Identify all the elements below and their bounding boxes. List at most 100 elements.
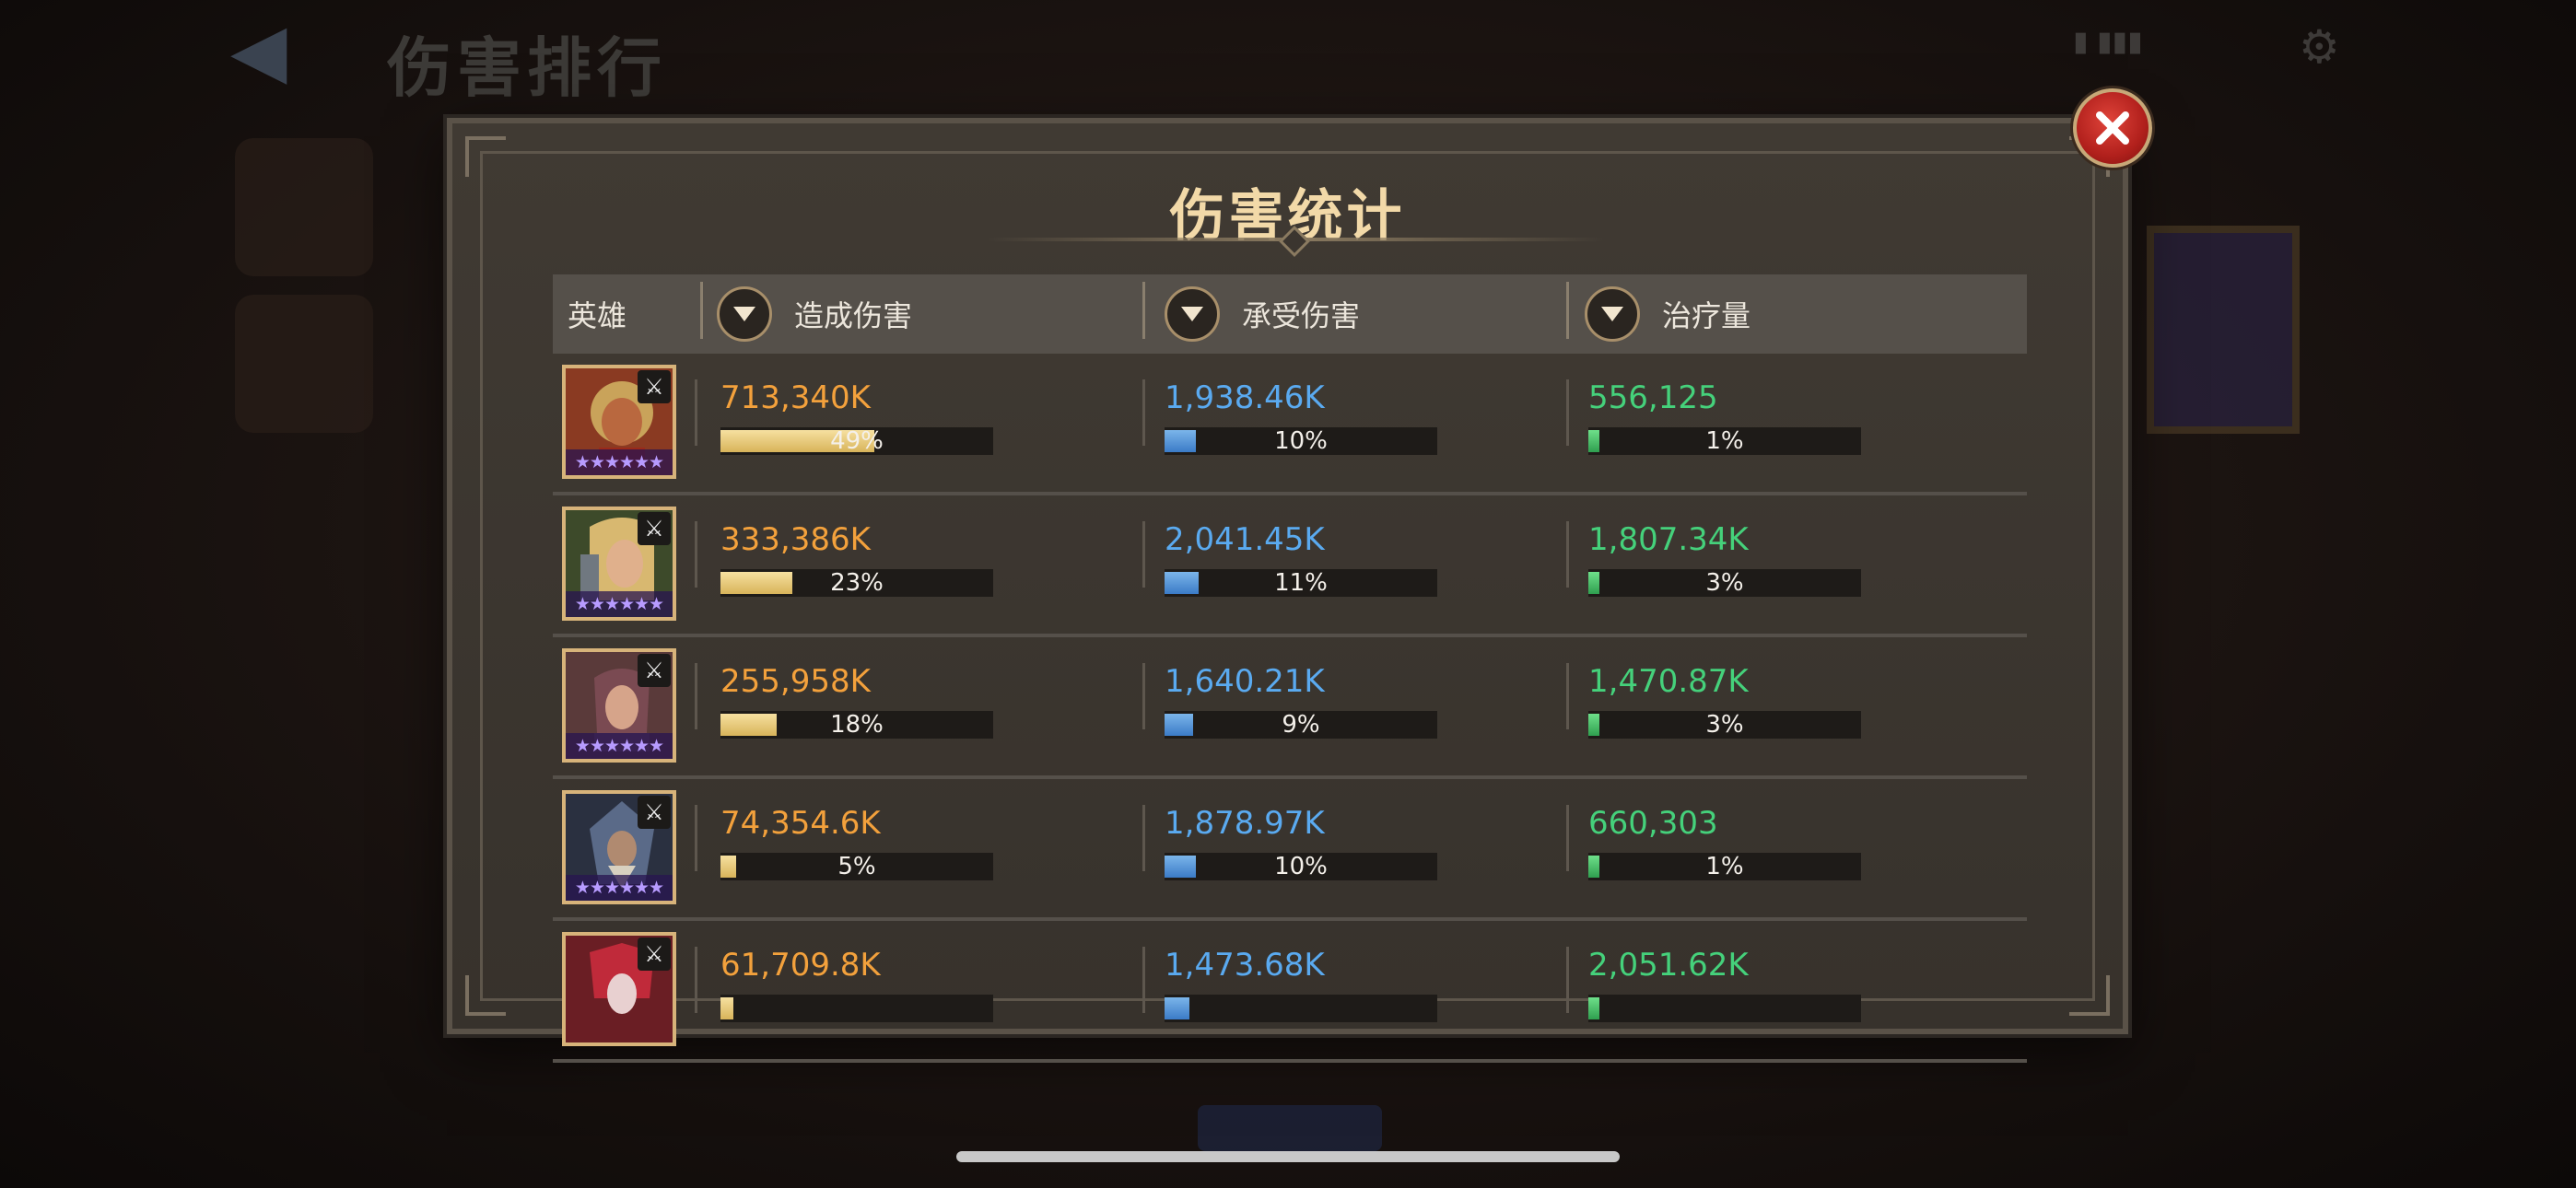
healing-bar: 1% — [1588, 427, 1861, 455]
damage-taken-percent: 10% — [1274, 427, 1328, 455]
header-divider — [700, 282, 703, 339]
damage-dealt-bar-fill — [720, 997, 733, 1019]
row-divider — [1142, 663, 1145, 729]
frame-corner — [2069, 975, 2110, 1016]
background-hero-card — [235, 295, 373, 433]
row-divider — [1142, 947, 1145, 1013]
row-divider — [1142, 805, 1145, 871]
stats-table: 英雄 造成伤害 承受伤害 治疗量 ⚔ ★★★★★★ 713,340K 49% 1… — [553, 274, 2027, 1072]
background-hero-card — [235, 138, 373, 276]
header-healing[interactable]: 治疗量 — [1585, 274, 1751, 354]
table-header: 英雄 造成伤害 承受伤害 治疗量 — [553, 274, 2027, 354]
table-body[interactable]: ⚔ ★★★★★★ 713,340K 49% 1,938.46K 10% 556,… — [553, 354, 2027, 1072]
background-title: 伤害排行 — [387, 30, 667, 106]
resource-counter: ▮ ▮▮▮ — [2073, 26, 2143, 58]
header-divider — [1566, 282, 1569, 339]
header-hero-label: 英雄 — [568, 298, 627, 333]
header-hero: 英雄 — [568, 274, 626, 354]
damage-taken-bar: 9% — [1165, 711, 1437, 739]
table-row[interactable]: ⚔ ★★★★★★ 255,958K 18% 1,640.21K 9% 1,470… — [553, 637, 2027, 779]
star-rating-icon: ★★★★★★ — [566, 733, 673, 759]
background-hero-card — [2147, 226, 2300, 434]
home-indicator[interactable] — [956, 1151, 1620, 1162]
background-button — [1198, 1105, 1382, 1151]
damage-dealt-value: 61,709.8K — [720, 947, 881, 984]
sword-icon: ⚔ — [638, 938, 671, 971]
damage-dealt-percent: 49% — [830, 427, 884, 455]
sword-icon: ⚔ — [638, 796, 671, 829]
damage-taken-value: 1,473.68K — [1165, 947, 1325, 984]
row-divider — [1566, 805, 1569, 871]
damage-taken-bar-fill — [1165, 997, 1189, 1019]
hero-avatar[interactable]: ⚔ — [562, 932, 676, 1046]
healing-value: 660,303 — [1588, 805, 1718, 842]
damage-dealt-bar: 5% — [720, 853, 993, 880]
sword-icon: ⚔ — [638, 370, 671, 403]
row-divider — [695, 805, 697, 871]
healing-percent: 1% — [1705, 853, 1744, 880]
row-divider — [1566, 379, 1569, 446]
healing-value: 1,807.34K — [1588, 521, 1749, 558]
damage-taken-value: 2,041.45K — [1165, 521, 1325, 558]
damage-taken-value: 1,938.46K — [1165, 379, 1325, 416]
damage-dealt-bar: 23% — [720, 569, 993, 597]
damage-taken-value: 1,878.97K — [1165, 805, 1325, 842]
healing-bar — [1588, 995, 1861, 1022]
triangle-down-icon — [1601, 307, 1623, 321]
damage-dealt-bar: 49% — [720, 427, 993, 455]
healing-bar: 3% — [1588, 711, 1861, 739]
triangle-down-icon — [733, 307, 755, 321]
star-rating-icon: ★★★★★★ — [566, 591, 673, 617]
damage-taken-percent: 11% — [1274, 569, 1328, 597]
healing-bar: 3% — [1588, 569, 1861, 597]
damage-taken-bar: 10% — [1165, 853, 1437, 880]
frame-corner — [465, 975, 506, 1016]
sword-icon: ⚔ — [638, 654, 671, 687]
damage-taken-percent: 10% — [1274, 853, 1328, 880]
damage-dealt-percent: 23% — [830, 569, 884, 597]
row-divider — [1142, 521, 1145, 588]
sort-damage-dealt-button[interactable] — [717, 286, 772, 342]
hero-avatar[interactable]: ⚔ ★★★★★★ — [562, 507, 676, 621]
sort-healing-button[interactable] — [1585, 286, 1640, 342]
header-damage-taken-label: 承受伤害 — [1242, 298, 1361, 333]
star-rating-icon: ★★★★★★ — [566, 875, 673, 901]
damage-dealt-value: 74,354.6K — [720, 805, 881, 842]
row-divider — [695, 379, 697, 446]
header-damage-taken[interactable]: 承受伤害 — [1165, 274, 1360, 354]
healing-percent: 1% — [1705, 427, 1744, 455]
hero-avatar[interactable]: ⚔ ★★★★★★ — [562, 365, 676, 479]
row-divider — [1566, 521, 1569, 588]
star-rating-icon: ★★★★★★ — [566, 449, 673, 475]
damage-dealt-percent: 5% — [837, 853, 876, 880]
hero-avatar[interactable]: ⚔ ★★★★★★ — [562, 648, 676, 763]
table-row[interactable]: ⚔ ★★★★★★ 74,354.6K 5% 1,878.97K 10% 660,… — [553, 779, 2027, 921]
damage-taken-bar — [1165, 995, 1437, 1022]
damage-taken-value: 1,640.21K — [1165, 663, 1325, 700]
damage-dealt-value: 255,958K — [720, 663, 871, 700]
row-divider — [695, 663, 697, 729]
triangle-down-icon — [1181, 307, 1203, 321]
row-divider — [1566, 947, 1569, 1013]
table-row[interactable]: ⚔ 61,709.8K 1,473.68K 2,051.62K — [553, 921, 2027, 1063]
table-row[interactable]: ⚔ ★★★★★★ 333,386K 23% 2,041.45K 11% 1,80… — [553, 495, 2027, 637]
damage-taken-bar: 10% — [1165, 427, 1437, 455]
header-damage-dealt-label: 造成伤害 — [794, 298, 913, 333]
row-divider — [695, 521, 697, 588]
hero-avatar[interactable]: ⚔ ★★★★★★ — [562, 790, 676, 904]
header-damage-dealt[interactable]: 造成伤害 — [717, 274, 912, 354]
settings-icon: ⚙ — [2299, 20, 2340, 74]
row-divider — [1566, 663, 1569, 729]
row-divider — [1142, 379, 1145, 446]
sort-damage-taken-button[interactable] — [1165, 286, 1220, 342]
damage-dealt-bar — [720, 995, 993, 1022]
close-button[interactable] — [2073, 88, 2152, 168]
table-row[interactable]: ⚔ ★★★★★★ 713,340K 49% 1,938.46K 10% 556,… — [553, 354, 2027, 495]
damage-dealt-percent: 18% — [830, 711, 884, 739]
back-arrow-icon: ◀ — [230, 7, 287, 93]
damage-taken-bar: 11% — [1165, 569, 1437, 597]
healing-bar: 1% — [1588, 853, 1861, 880]
healing-value: 2,051.62K — [1588, 947, 1749, 984]
damage-dealt-value: 333,386K — [720, 521, 871, 558]
healing-value: 1,470.87K — [1588, 663, 1749, 700]
